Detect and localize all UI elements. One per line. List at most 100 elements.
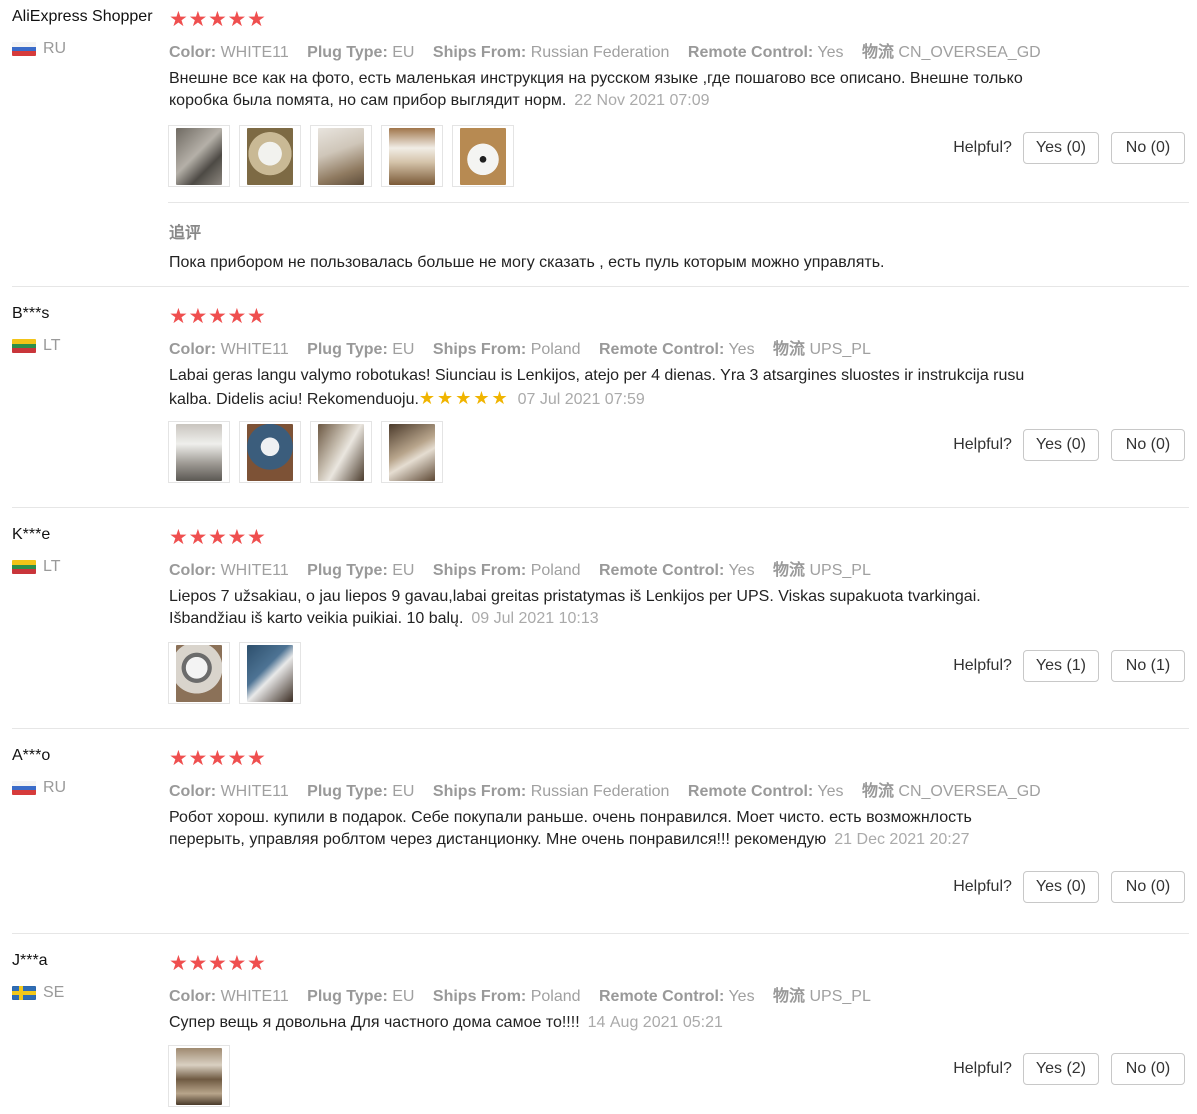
star-icon: ★ [247,305,266,328]
country-code: LT [43,337,61,354]
star-icon: ★ [188,747,208,770]
helpful-yes-button[interactable]: Yes (1) [1022,650,1099,682]
star-icon: ★ [188,526,208,549]
review-text-block: Робот хорош. купили в подарок. Себе поку… [169,807,1049,851]
star-icon: ★ [227,305,247,328]
review-divider [12,507,1189,508]
review-text-block: Внешне все как на фото, есть маленькая и… [169,68,1049,112]
review-photo[interactable] [239,125,301,187]
attr-value-plug: EU [392,562,415,579]
review-text-block: Labai geras langu valymo robotukas! Siun… [169,365,1049,411]
attr-key-logistics: 物流 [773,562,806,579]
helpful-label: Helpful? [953,657,1012,674]
attr-value-logistics: UPS_PL [809,562,871,579]
attr-value-ships-from: Poland [530,341,581,358]
sku-attributes: Color: WHITE11 Plug Type: EU Ships From:… [169,335,885,359]
photo-gallery [168,125,523,187]
review-photo[interactable] [168,125,230,187]
star-icon: ★ [169,8,188,31]
attr-key-plug: Plug Type: [307,44,388,61]
helpful-no-button[interactable]: No (0) [1111,871,1185,903]
review-photo[interactable] [310,421,372,483]
attr-value-ships-from: Russian Federation [530,44,670,61]
star-icon: ★ [188,952,208,975]
review-date: 14 Aug 2021 05:21 [587,1014,723,1031]
star-icon: ★ [227,8,247,31]
lt-flag-icon [12,560,36,574]
attr-value-ships-from: Russian Federation [530,783,670,800]
star-rating: ★ ★ ★ ★ ★ [169,8,267,31]
attr-key-logistics: 物流 [773,341,806,358]
review-photo[interactable] [452,125,514,187]
attr-value-logistics: UPS_PL [809,988,871,1005]
star-icon: ★ [188,8,208,31]
attr-value-logistics: UPS_PL [809,341,871,358]
sku-attributes: Color: WHITE11 Plug Type: EU Ships From:… [169,38,1055,62]
divider [168,202,1189,203]
helpful-yes-button[interactable]: Yes (2) [1022,1053,1099,1085]
attr-key-ships-from: Ships From: [432,44,527,61]
reviewer-country: RU [12,778,66,798]
star-icon: ★ [169,747,188,770]
photo-gallery [168,642,310,704]
attr-value-color: WHITE11 [220,44,289,61]
attr-key-color: Color: [169,988,217,1005]
attr-value-remote: Yes [728,988,755,1005]
review-date: 22 Nov 2021 07:09 [574,92,710,109]
attr-value-color: WHITE11 [220,562,289,579]
review-photo[interactable] [381,125,443,187]
review-photo[interactable] [168,421,230,483]
attr-value-ships-from: Poland [530,562,581,579]
star-icon: ★ [227,747,247,770]
reviewer-country: RU [12,39,66,59]
review-text-block: Liepos 7 užsakiau, o jau liepos 9 gavau,… [169,586,1049,630]
attr-value-color: WHITE11 [220,783,289,800]
attr-key-logistics: 物流 [861,783,894,800]
attr-key-color: Color: [169,44,217,61]
helpful-yes-button[interactable]: Yes (0) [1022,871,1099,903]
sku-attributes: Color: WHITE11 Plug Type: EU Ships From:… [169,556,885,580]
country-code: LT [43,558,61,575]
star-icon: ★ [227,952,247,975]
attr-value-color: WHITE11 [220,988,289,1005]
helpful-vote: Helpful? Yes (0) No (0) [953,871,1185,903]
helpful-yes-button[interactable]: Yes (0) [1022,132,1099,164]
star-rating: ★ ★ ★ ★ ★ [169,747,267,770]
review-divider [12,933,1189,934]
attr-key-ships-from: Ships From: [432,783,527,800]
attr-key-plug: Plug Type: [307,341,388,358]
ru-flag-icon [12,42,36,56]
review-divider [12,286,1189,287]
review-photo[interactable] [381,421,443,483]
review-photo[interactable] [239,421,301,483]
additional-review-text: Пока прибором не пользовалась больше не … [169,254,885,271]
attr-key-ships-from: Ships From: [432,341,527,358]
attr-value-ships-from: Poland [530,988,581,1005]
attr-value-remote: Yes [728,562,755,579]
star-icon: ★ [227,526,247,549]
inline-stars-emoji: ★★★★★ [418,388,510,408]
star-icon: ★ [247,8,266,31]
star-icon: ★ [247,952,266,975]
attr-key-logistics: 物流 [773,988,806,1005]
review-photo[interactable] [239,642,301,704]
helpful-no-button[interactable]: No (1) [1111,650,1185,682]
attr-key-ships-from: Ships From: [432,562,527,579]
helpful-vote: Helpful? Yes (1) No (1) [953,650,1185,682]
review-photo[interactable] [168,642,230,704]
reviewer-name: J***a [12,952,48,969]
helpful-no-button[interactable]: No (0) [1111,429,1185,461]
attr-value-remote: Yes [728,341,755,358]
country-code: SE [43,984,65,1001]
helpful-no-button[interactable]: No (0) [1111,1053,1185,1085]
reviewer-name: AliExpress Shopper [12,8,153,25]
attr-key-plug: Plug Type: [307,783,388,800]
helpful-no-button[interactable]: No (0) [1111,132,1185,164]
review-photo[interactable] [310,125,372,187]
attr-value-remote: Yes [817,783,844,800]
attr-value-plug: EU [392,341,415,358]
attr-value-plug: EU [392,44,415,61]
review-photo[interactable] [168,1045,230,1107]
helpful-yes-button[interactable]: Yes (0) [1022,429,1099,461]
review-divider [12,728,1189,729]
